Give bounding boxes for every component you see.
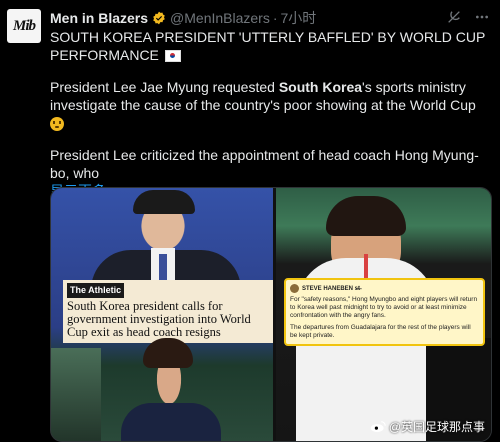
athletic-headline: South Korea president calls for governme… bbox=[67, 299, 251, 339]
tweet[interactable]: Mib Men in Blazers @MenInBlazers · 7小时 S… bbox=[0, 0, 500, 442]
account-handle[interactable]: @MenInBlazers bbox=[170, 10, 270, 26]
tweet-headline: SOUTH KOREA PRESIDENT 'UTTERLY BAFFLED' … bbox=[50, 28, 490, 64]
post-time[interactable]: 7小时 bbox=[281, 8, 317, 28]
p3-text: President Lee criticized the appointment… bbox=[50, 147, 479, 181]
media-image-left[interactable]: The Athletic South Korea president calls… bbox=[51, 188, 273, 441]
card-header: STEVE HANEBEN s̶t̶ bbox=[290, 284, 479, 293]
p2-text-a: President Lee Jae Myung requested bbox=[50, 79, 279, 95]
tweet-paragraph-2: President Lee Jae Myung requested South … bbox=[50, 78, 490, 132]
weibo-watermark: @英国足球那点事 bbox=[370, 418, 485, 435]
card-author: STEVE HANEBEN s̶t̶ bbox=[302, 285, 361, 292]
account-name[interactable]: Men in Blazers bbox=[50, 10, 148, 26]
card-paragraph-2: The departures from Guadalajara for the … bbox=[290, 324, 471, 339]
grimace-emoji-icon bbox=[50, 117, 64, 132]
media-grid: The Athletic South Korea president calls… bbox=[50, 187, 492, 442]
tweet-header: Men in Blazers @MenInBlazers · 7小时 bbox=[50, 9, 490, 27]
card-paragraph-1: For "safety reasons," Hong Myungbo and e… bbox=[290, 296, 478, 319]
account-avatar[interactable]: Mib bbox=[7, 9, 41, 43]
watermark-text: @英国足球那点事 bbox=[388, 420, 485, 434]
p2-bold-text: South Korea bbox=[278, 79, 363, 95]
south-korea-flag-icon bbox=[164, 50, 181, 63]
media-image-right[interactable]: STEVE HANEBEN s̶t̶ For "safety reasons,"… bbox=[276, 188, 491, 441]
grok-icon[interactable] bbox=[446, 9, 462, 25]
header-separator: · bbox=[272, 10, 278, 26]
weibo-logo-icon bbox=[370, 421, 386, 433]
header-actions bbox=[446, 9, 490, 25]
headline-text: SOUTH KOREA PRESIDENT 'UTTERLY BAFFLED' … bbox=[50, 29, 486, 63]
more-options-icon[interactable] bbox=[474, 9, 490, 25]
card-avatar bbox=[290, 284, 299, 293]
athletic-tag: The Athletic bbox=[67, 283, 125, 298]
tweet-text: SOUTH KOREA PRESIDENT 'UTTERLY BAFFLED' … bbox=[50, 28, 490, 200]
athletic-headline-card: The Athletic South Korea president calls… bbox=[63, 280, 273, 343]
screenshot-card: STEVE HANEBEN s̶t̶ For "safety reasons,"… bbox=[284, 278, 485, 346]
verified-badge-icon bbox=[153, 11, 165, 25]
avatar-logo-text: Mib bbox=[12, 17, 36, 34]
